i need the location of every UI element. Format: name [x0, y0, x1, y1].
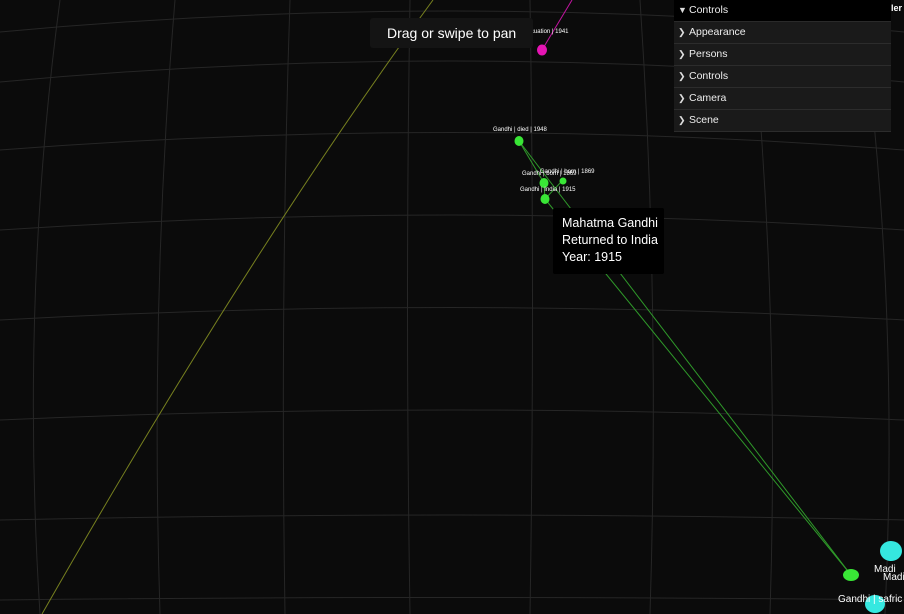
chevron-right-icon: ❯ — [678, 49, 686, 59]
timeline-curve — [41, 0, 434, 614]
magenta-node[interactable] — [537, 44, 547, 56]
folder-appearance[interactable]: ❯ Appearance — [674, 22, 891, 44]
folder-persons-label: Persons — [689, 48, 728, 60]
node-tooltip: Mahatma Gandhi Returned to India Year: 1… — [553, 208, 664, 274]
node-cyan-top[interactable] — [880, 541, 902, 561]
controls-panel: ▼ Controls ❯ Appearance ❯ Persons ❯ Cont… — [674, 0, 891, 132]
folder-appearance-label: Appearance — [689, 26, 746, 38]
chevron-right-icon: ❯ — [678, 71, 686, 81]
folder-camera-label: Camera — [689, 92, 727, 104]
folder-controls[interactable]: ❯ Controls — [674, 66, 891, 88]
chevron-right-icon: ❯ — [678, 27, 686, 37]
magenta-edge — [541, 0, 573, 51]
label-india: Gandhi | India | 1915 — [520, 187, 576, 193]
node-born-right[interactable] — [559, 177, 567, 185]
label-died: Gandhi | died | 1948 — [493, 127, 547, 133]
tooltip-name: Mahatma Gandhi — [562, 216, 658, 230]
folder-camera[interactable]: ❯ Camera — [674, 88, 891, 110]
label-madi-mid: Madi — [883, 572, 904, 583]
node-india[interactable] — [540, 194, 550, 204]
chevron-right-icon: ❯ — [678, 93, 686, 103]
corner-label: ler — [891, 3, 903, 13]
tooltip-year: Year: 1915 — [562, 250, 623, 264]
controls-panel-title[interactable]: ▼ Controls — [674, 0, 891, 22]
label-born-right: Gandhi | born | 1869 — [540, 169, 595, 175]
folder-persons[interactable]: ❯ Persons — [674, 44, 891, 66]
chevron-down-icon: ▼ — [678, 5, 687, 15]
folder-scene-label: Scene — [689, 114, 719, 126]
label-bottom-left: Gandhi | safric — [838, 594, 902, 605]
pan-hint: Drag or swipe to pan — [370, 18, 534, 48]
node-died[interactable] — [514, 136, 524, 146]
folder-scene[interactable]: ❯ Scene — [674, 110, 891, 132]
tooltip-event: Returned to India — [562, 233, 658, 247]
controls-panel-title-label: Controls — [689, 4, 729, 16]
node-bottom-green[interactable] — [843, 569, 859, 581]
folder-controls-label: Controls — [689, 70, 729, 82]
gandhi-edges — [518, 140, 852, 576]
chevron-right-icon: ❯ — [678, 115, 686, 125]
